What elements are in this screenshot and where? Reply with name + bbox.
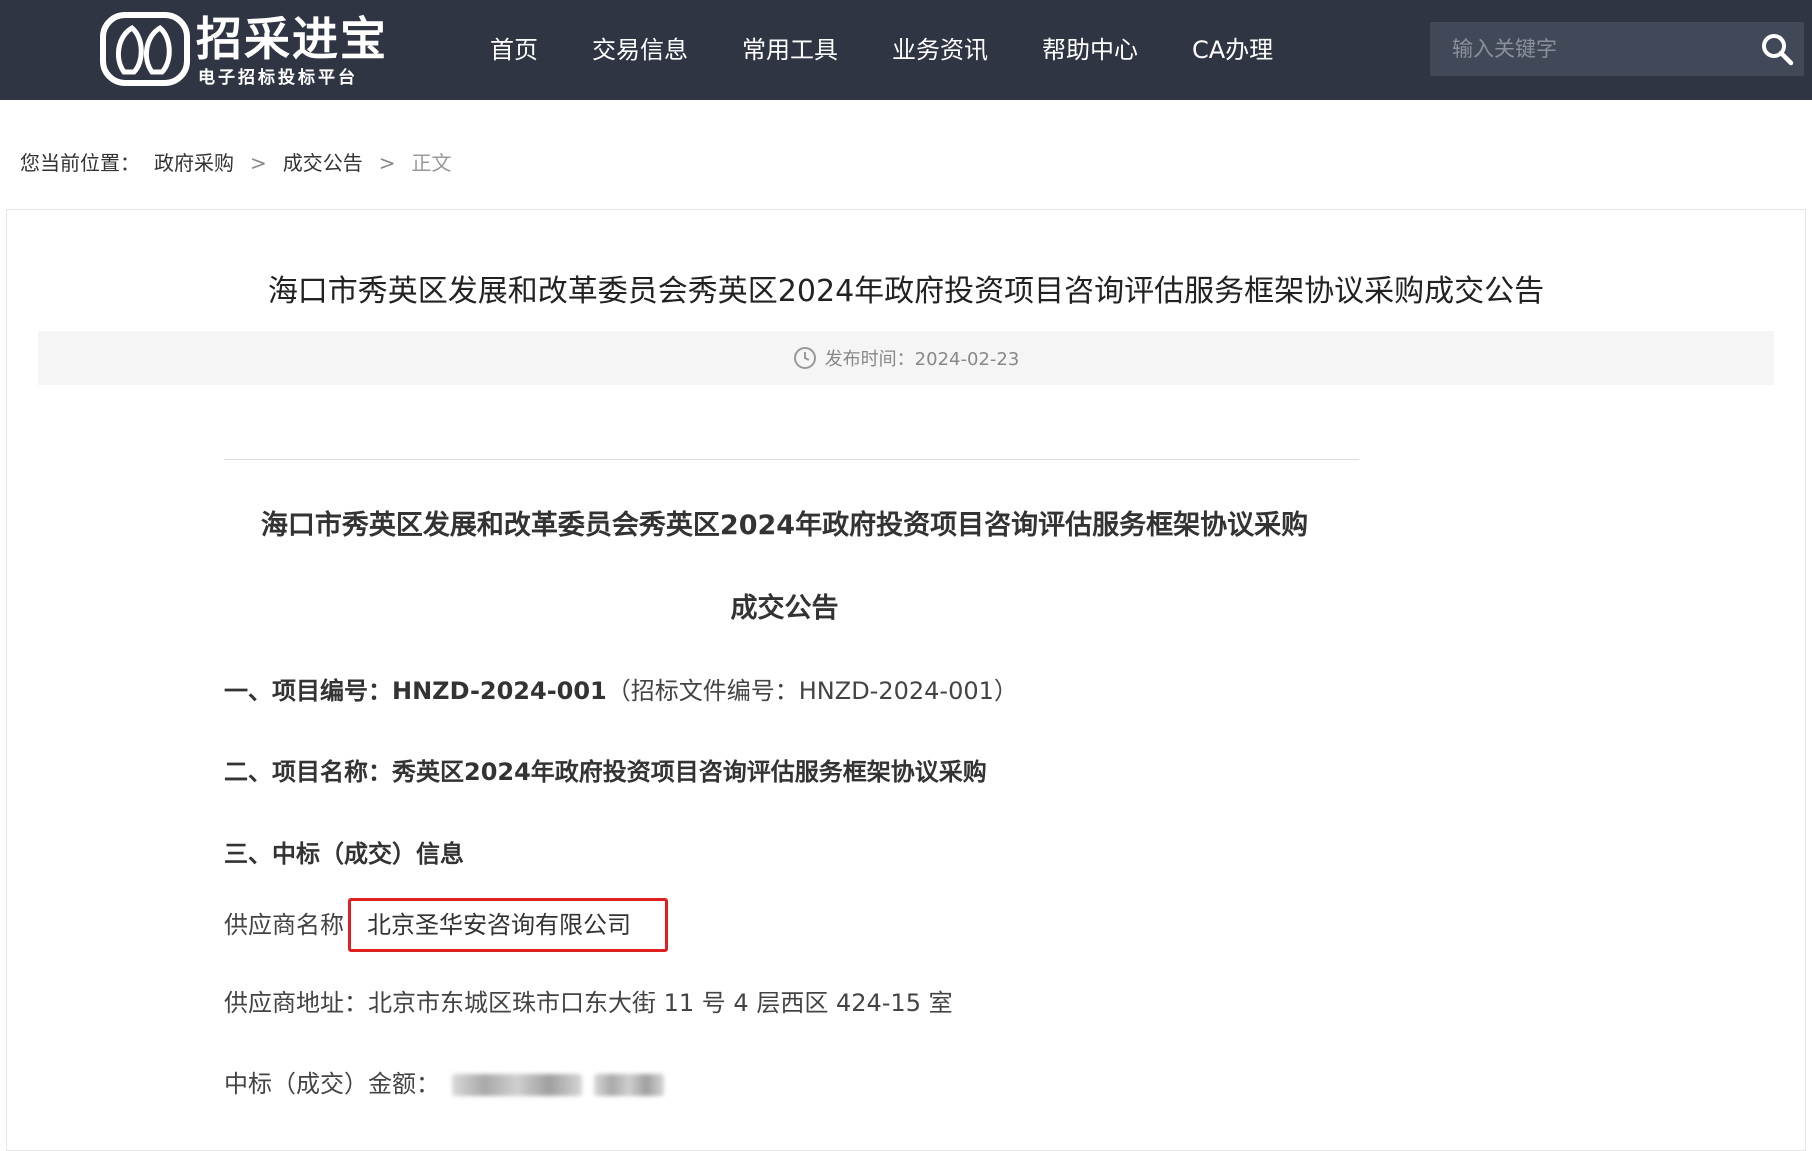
logo-subtitle: 电子招标投标平台 [198, 68, 358, 88]
logo-title: 招采进宝 [196, 12, 388, 66]
project-number-label: 一、项目编号： [224, 677, 392, 705]
tender-doc-number: （招标文件编号：HNZD-2024-001） [606, 677, 1018, 705]
supplier-name-row: 供应商名称 北京圣华安咨询有限公司 [224, 898, 668, 952]
project-name-value: 秀英区2024年政府投资项目咨询评估服务框架协议采购 [392, 758, 987, 786]
redacted-unit [594, 1074, 664, 1096]
logo-mark-icon [100, 12, 190, 86]
supplier-name-label: 供应商名称 [224, 911, 344, 939]
breadcrumb: 您当前位置： 政府采购 > 成交公告 > 正文 [20, 148, 452, 178]
nav-item-trade-info[interactable]: 交易信息 [592, 0, 688, 100]
breadcrumb-link-gov-procurement[interactable]: 政府采购 [154, 148, 234, 178]
breadcrumb-separator: > [378, 151, 396, 175]
article-title: 海口市秀英区发展和改革委员会秀英区2024年政府投资项目咨询评估服务框架协议采购… [267, 274, 1545, 309]
search-input[interactable] [1430, 22, 1752, 76]
breadcrumb-prefix: 您当前位置： [20, 151, 140, 175]
nav-item-business-news[interactable]: 业务资讯 [892, 0, 988, 100]
project-name-label: 二、项目名称： [224, 758, 392, 786]
project-name-row: 二、项目名称：秀英区2024年政府投资项目咨询评估服务框架协议采购 [224, 754, 987, 790]
main-nav: 首页 交易信息 常用工具 业务资讯 帮助中心 CA办理 [490, 0, 1327, 100]
publish-info-bar: 发布时间：2024-02-23 [38, 331, 1774, 385]
redacted-amount [452, 1074, 582, 1096]
nav-item-ca[interactable]: CA办理 [1192, 0, 1273, 100]
nav-item-home[interactable]: 首页 [490, 0, 538, 100]
breadcrumb-link-deal-notice[interactable]: 成交公告 [283, 148, 363, 178]
publish-time: 发布时间：2024-02-23 [824, 349, 1020, 370]
breadcrumb-separator: > [250, 151, 267, 175]
supplier-address-value: 北京市东城区珠市口东大街 11 号 4 层西区 424-15 室 [368, 989, 953, 1017]
supplier-address-row: 供应商地址：北京市东城区珠市口东大街 11 号 4 层西区 424-15 室 [224, 985, 953, 1021]
supplier-name-value: 北京圣华安咨询有限公司 [367, 911, 631, 939]
clock-icon [793, 347, 816, 369]
project-number-row: 一、项目编号：HNZD-2024-001（招标文件编号：HNZD-2024-00… [224, 673, 1018, 709]
project-number-value: HNZD-2024-001 [392, 677, 607, 705]
supplier-name-highlight: 北京圣华安咨询有限公司 [348, 898, 668, 952]
nav-item-tools[interactable]: 常用工具 [742, 0, 838, 100]
search-box [1430, 22, 1804, 76]
search-icon[interactable] [1758, 30, 1796, 68]
document-title-line-2: 成交公告 [730, 593, 839, 624]
content-divider [224, 459, 1359, 460]
award-amount-label: 中标（成交）金额： [224, 1070, 440, 1098]
nav-item-help[interactable]: 帮助中心 [1042, 0, 1138, 100]
breadcrumb-current: 正文 [411, 151, 452, 175]
supplier-address-label: 供应商地址： [224, 989, 368, 1017]
top-navigation-bar: 招采进宝 电子招标投标平台 首页 交易信息 常用工具 业务资讯 帮助中心 CA办… [0, 0, 1812, 100]
award-info-heading: 三、中标（成交）信息 [224, 840, 464, 868]
award-amount-row: 中标（成交）金额： [224, 1066, 664, 1102]
site-logo[interactable]: 招采进宝 电子招标投标平台 [100, 10, 386, 90]
document-title-line-1: 海口市秀英区发展和改革委员会秀英区2024年政府投资项目咨询评估服务框架协议采购 [260, 510, 1309, 541]
